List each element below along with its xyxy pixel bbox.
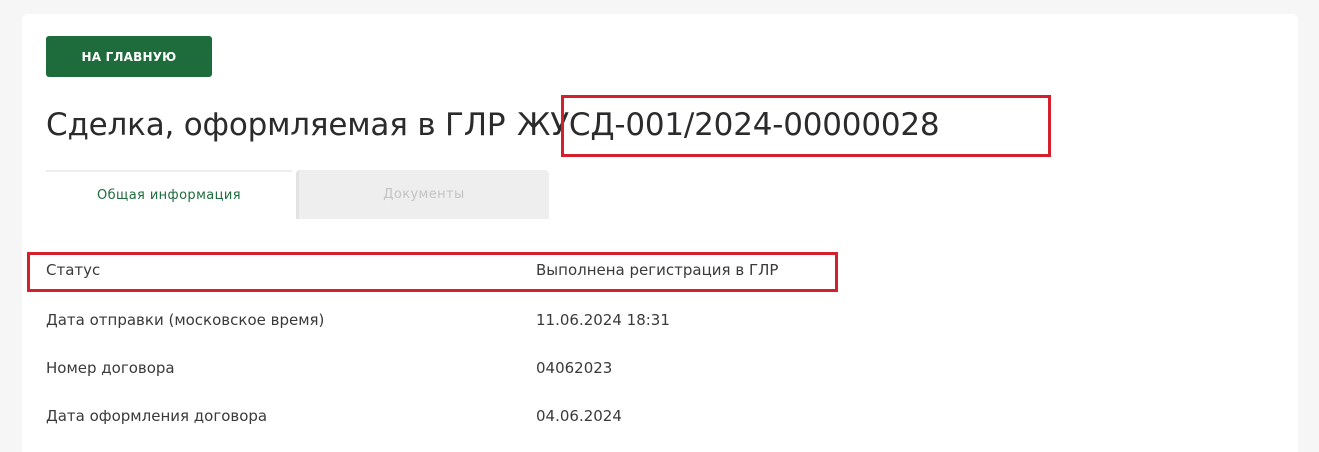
detail-row-contract-date: Дата оформления договора 04.06.2024 bbox=[46, 404, 846, 428]
detail-label: Дата отправки (московское время) bbox=[46, 311, 325, 329]
deal-number: ЖУСД-001/2024-00000028 bbox=[517, 107, 940, 143]
detail-row-status: Статус Выполнена регистрация в ГЛР bbox=[46, 258, 846, 282]
tab-documents[interactable]: Документы bbox=[296, 170, 549, 219]
detail-value: 04.06.2024 bbox=[536, 407, 622, 425]
detail-value: 11.06.2024 18:31 bbox=[536, 311, 670, 329]
tab-documents-label: Документы bbox=[383, 187, 465, 202]
page-title: Сделка, оформляемая в ГЛР ЖУСД-001/2024-… bbox=[46, 104, 940, 146]
detail-row-contract-number: Номер договора 04062023 bbox=[46, 356, 846, 380]
detail-label: Статус bbox=[46, 261, 101, 279]
tab-general-info-label: Общая информация bbox=[97, 188, 241, 203]
content-card bbox=[22, 14, 1298, 452]
tab-general-info[interactable]: Общая информация bbox=[46, 170, 292, 219]
home-button[interactable]: НА ГЛАВНУЮ bbox=[46, 36, 212, 77]
detail-row-send-date: Дата отправки (московское время) 11.06.2… bbox=[46, 308, 846, 332]
page-title-prefix: Сделка, оформляемая в ГЛР bbox=[46, 107, 506, 143]
detail-value: 04062023 bbox=[536, 359, 613, 377]
detail-label: Номер договора bbox=[46, 359, 175, 377]
detail-label: Дата оформления договора bbox=[46, 407, 268, 425]
detail-value: Выполнена регистрация в ГЛР bbox=[536, 261, 779, 279]
